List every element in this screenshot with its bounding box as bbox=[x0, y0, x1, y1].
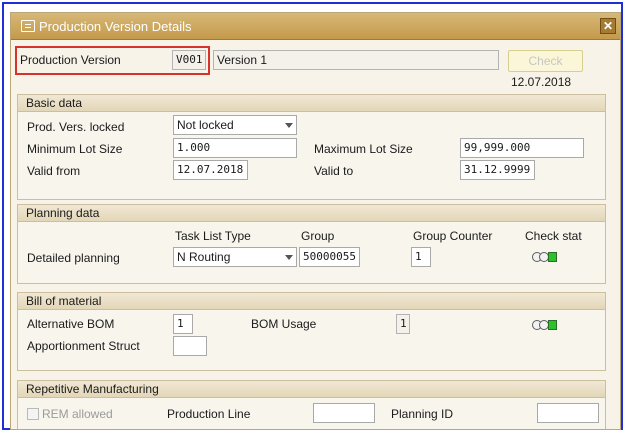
production-line-field[interactable] bbox=[313, 403, 375, 423]
title-bar[interactable]: Production Version Details ✕ bbox=[11, 13, 620, 40]
apportionment-struct-field[interactable] bbox=[173, 336, 207, 356]
bill-of-material-group: Bill of material Alternative BOM 1 BOM U… bbox=[17, 292, 606, 371]
traffic-light-status-icon bbox=[532, 252, 560, 262]
bill-of-material-title: Bill of material bbox=[18, 293, 605, 310]
alternative-bom-label: Alternative BOM bbox=[27, 317, 115, 331]
alternative-bom-field[interactable]: 1 bbox=[173, 314, 193, 334]
rem-allowed-label: REM allowed bbox=[42, 407, 113, 421]
check-button[interactable]: Check bbox=[508, 50, 583, 72]
task-list-type-value: N Routing bbox=[177, 250, 231, 264]
valid-from-label: Valid from bbox=[27, 164, 81, 178]
task-list-type-dropdown[interactable]: N Routing bbox=[173, 247, 297, 267]
screenshot-frame: Production Version Details ✕ Production … bbox=[2, 2, 623, 430]
traffic-light-status-icon bbox=[532, 320, 560, 330]
date-label: 12.07.2018 bbox=[511, 75, 572, 89]
basic-data-group: Basic data Prod. Vers. locked Not locked… bbox=[17, 94, 606, 200]
planning-data-title: Planning data bbox=[18, 205, 605, 222]
prod-vers-locked-dropdown[interactable]: Not locked bbox=[173, 115, 297, 135]
close-icon[interactable]: ✕ bbox=[600, 18, 616, 34]
valid-to-label: Valid to bbox=[314, 164, 354, 178]
dropdown-arrow-icon[interactable] bbox=[285, 123, 293, 128]
basic-data-title: Basic data bbox=[18, 95, 605, 112]
task-list-type-header: Task List Type bbox=[175, 229, 251, 243]
planning-id-field[interactable] bbox=[537, 403, 599, 423]
group-header: Group bbox=[301, 229, 335, 243]
production-version-label: Production Version bbox=[20, 53, 121, 67]
valid-from-field[interactable]: 12.07.2018 bbox=[173, 160, 248, 180]
apportionment-struct-label: Apportionment Struct bbox=[27, 339, 140, 353]
repetitive-manufacturing-title: Repetitive Manufacturing bbox=[18, 381, 605, 398]
group-counter-header: Group Counter bbox=[413, 229, 493, 243]
bom-usage-label: BOM Usage bbox=[251, 317, 317, 331]
max-lot-size-label: Maximum Lot Size bbox=[314, 142, 413, 156]
prod-vers-locked-value: Not locked bbox=[177, 118, 234, 132]
detailed-planning-label: Detailed planning bbox=[27, 251, 120, 265]
repetitive-manufacturing-group: Repetitive Manufacturing REM allowed Pro… bbox=[17, 380, 606, 429]
bom-usage-field[interactable]: 1 bbox=[396, 314, 410, 334]
group-counter-field[interactable]: 1 bbox=[411, 247, 431, 267]
group-field[interactable]: 50000055 bbox=[299, 247, 360, 267]
check-stat-header: Check stat bbox=[525, 229, 582, 243]
production-version-dialog: Production Version Details ✕ Production … bbox=[10, 12, 621, 430]
production-line-label: Production Line bbox=[167, 407, 251, 421]
production-version-field[interactable]: V001 bbox=[172, 50, 206, 70]
window-title: Production Version Details bbox=[39, 19, 192, 34]
prod-vers-locked-label: Prod. Vers. locked bbox=[27, 120, 125, 134]
planning-id-label: Planning ID bbox=[391, 407, 454, 421]
version-description-field[interactable]: Version 1 bbox=[213, 50, 499, 70]
planning-data-group: Planning data Task List Type Group Group… bbox=[17, 204, 606, 284]
valid-to-field[interactable]: 31.12.9999 bbox=[460, 160, 535, 180]
dropdown-arrow-icon[interactable] bbox=[285, 255, 293, 260]
min-lot-size-field[interactable]: 1.000 bbox=[173, 138, 297, 158]
max-lot-size-field[interactable]: 99,999.000 bbox=[460, 138, 584, 158]
checkbox-icon[interactable] bbox=[27, 408, 39, 420]
dialog-window-icon bbox=[21, 20, 35, 32]
min-lot-size-label: Minimum Lot Size bbox=[27, 142, 123, 156]
